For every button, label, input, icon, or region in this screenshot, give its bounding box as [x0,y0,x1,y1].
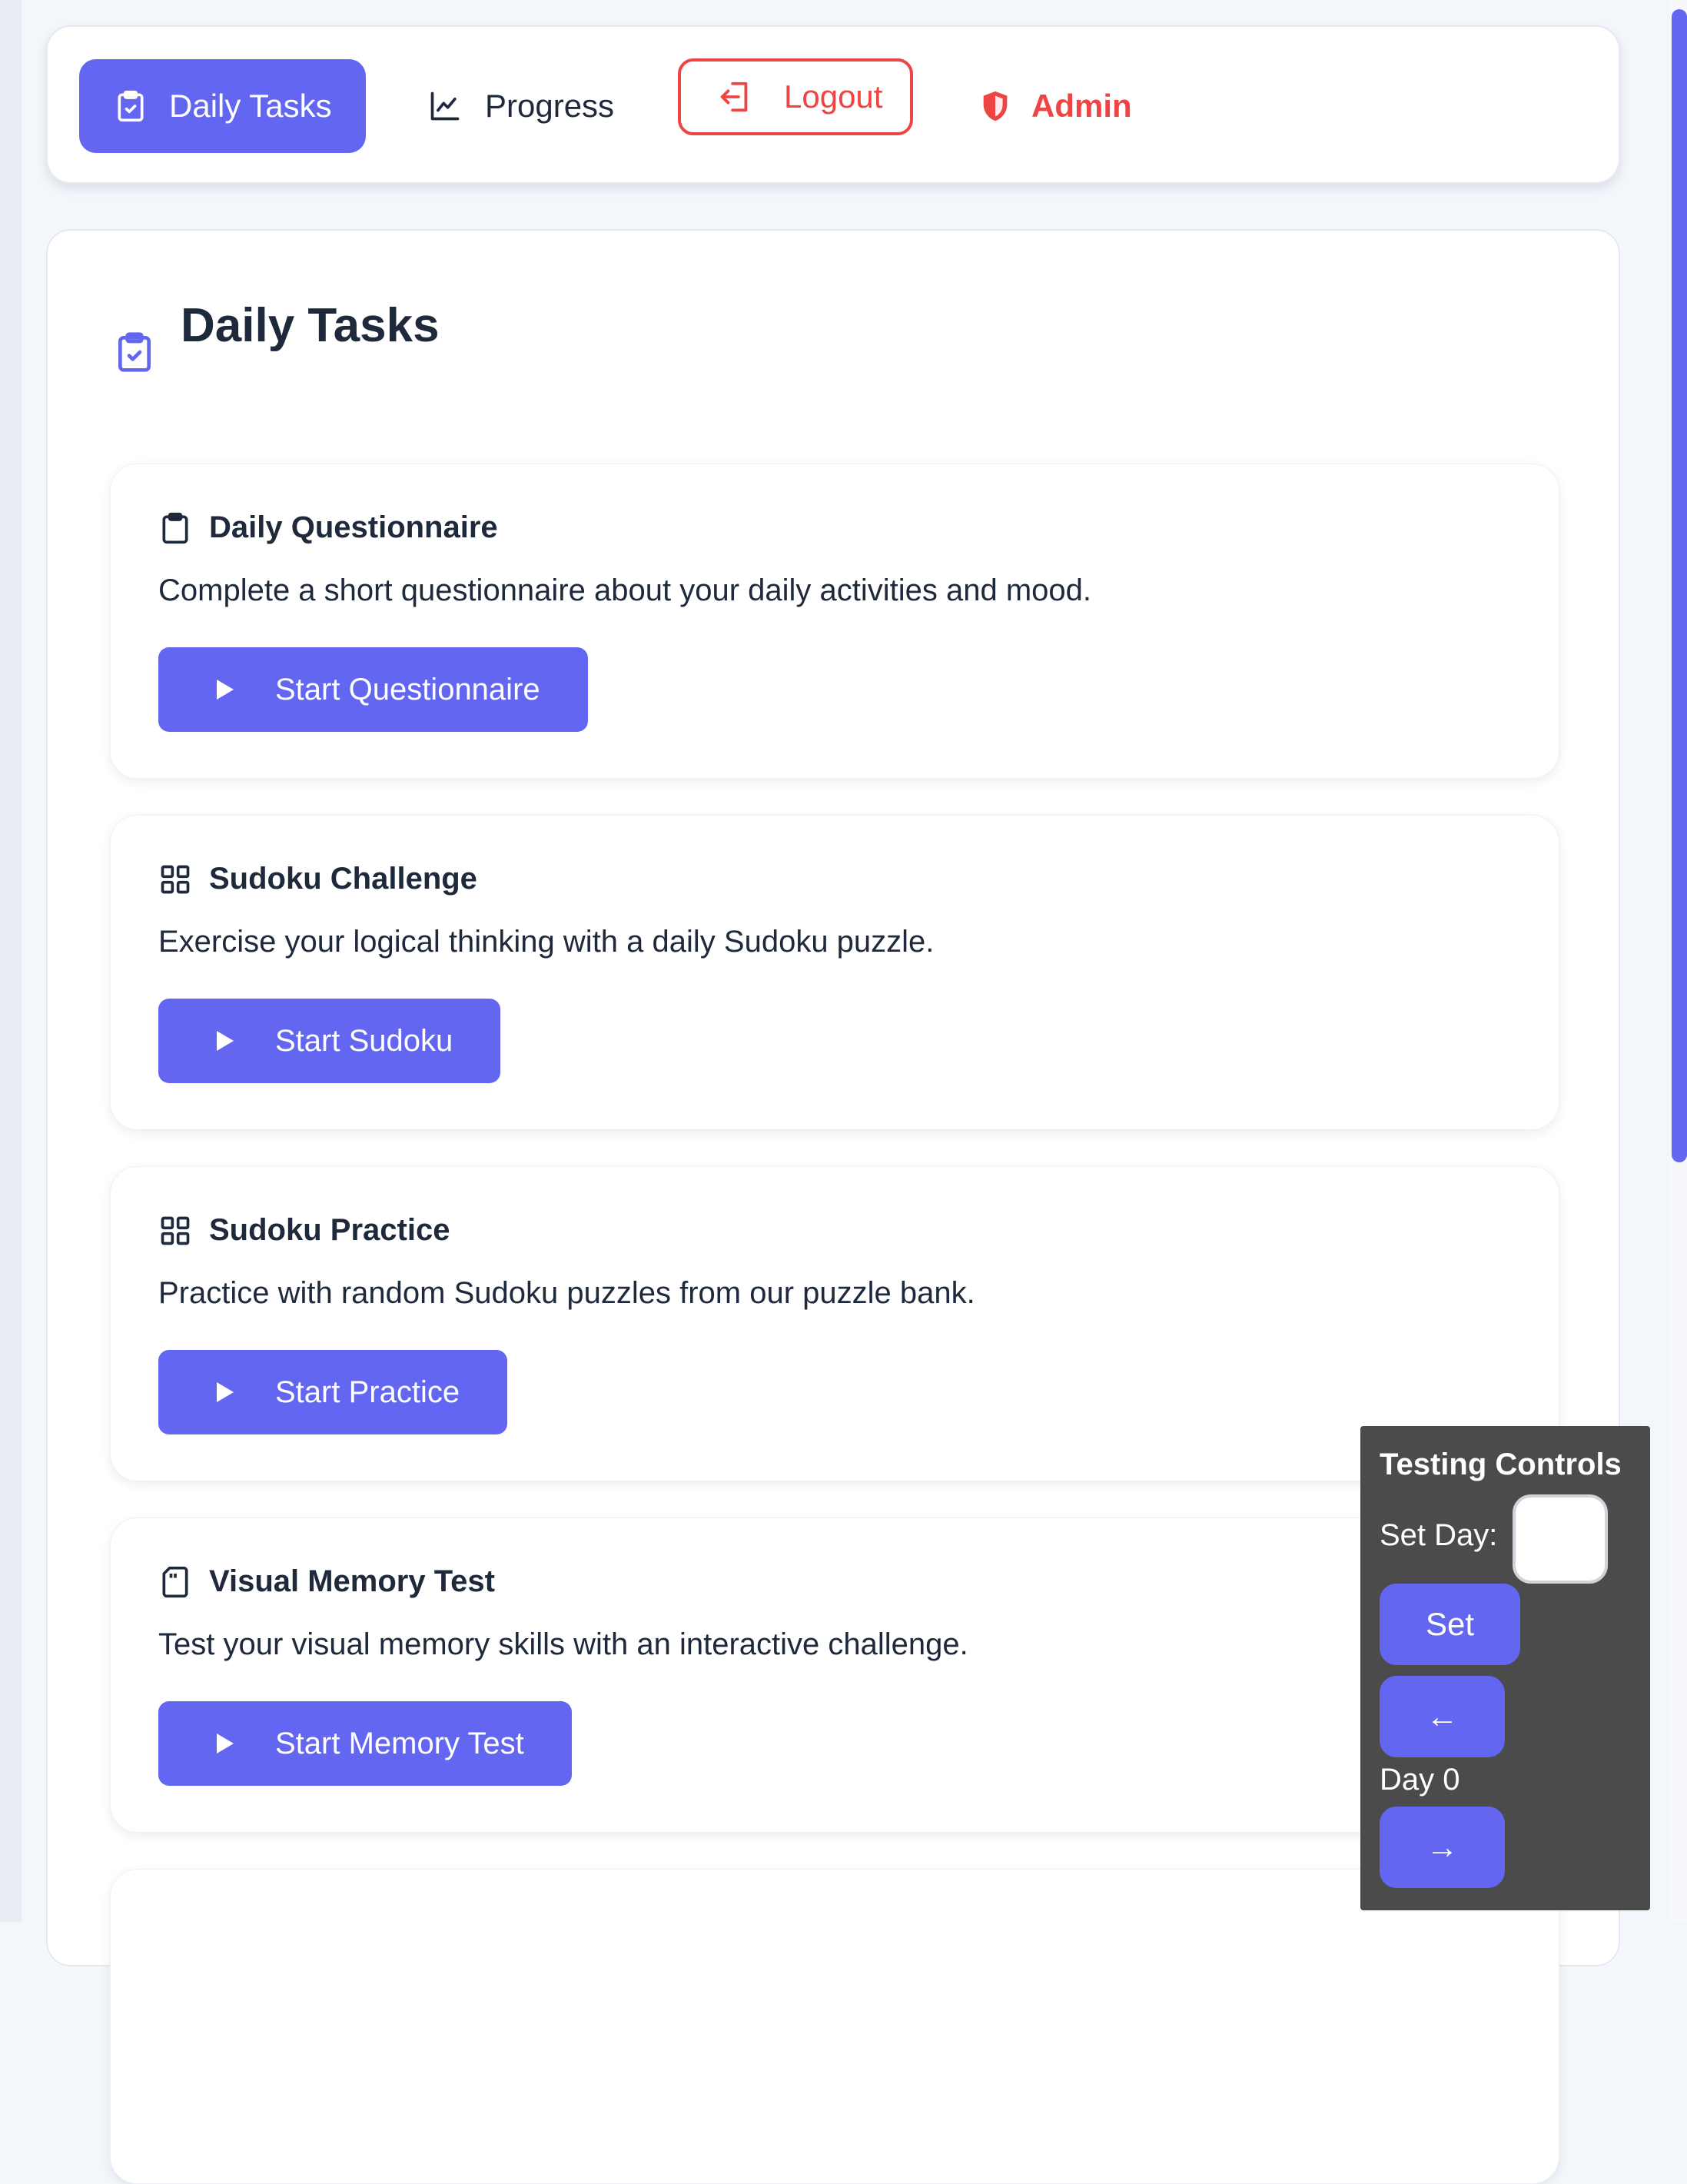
grid-icon [161,865,190,893]
task-card-questionnaire: Daily Questionnaire Complete a short que… [110,464,1559,779]
page-title: Daily Tasks [181,299,440,352]
task-description: Practice with random Sudoku puzzles from… [158,1276,975,1310]
play-icon [217,1031,234,1051]
play-icon [217,1734,234,1754]
clipboard-check-icon [118,90,144,122]
button-label: Start Questionnaire [275,672,540,706]
current-day-display: Day 0 [1380,1763,1460,1797]
logout-icon [720,81,748,112]
task-description: Test your visual memory skills with an i… [158,1627,968,1661]
page-edge [0,0,22,1922]
button-label: Start Sudoku [275,1023,453,1058]
play-icon [217,1382,234,1402]
task-card-visual-memory: Visual Memory Test Test your visual memo… [110,1517,1559,1833]
task-title: Sudoku Challenge [209,862,477,896]
day-input[interactable] [1513,1494,1608,1584]
nav-admin-label: Admin [1031,88,1132,124]
clipboard-check-icon [118,332,151,372]
task-title: Daily Questionnaire [209,510,498,544]
button-label: Start Practice [275,1375,460,1409]
nav-admin[interactable]: Admin [978,59,1132,153]
task-card-sudoku-practice: Sudoku Practice Practice with random Sud… [110,1166,1559,1481]
next-day-button[interactable]: → [1380,1807,1505,1888]
task-card-partial [110,1869,1559,2184]
scrollbar-thumb[interactable] [1672,9,1687,1162]
task-description: Exercise your logical thinking with a da… [158,925,935,959]
start-practice-button[interactable]: Start Practice [158,1350,508,1434]
nav-progress-label: Progress [485,88,615,124]
logout-label: Logout [784,78,883,115]
nav-daily-tasks-label: Daily Tasks [169,88,332,124]
chart-line-icon [430,91,460,121]
shield-icon [983,91,1008,121]
prev-day-button[interactable]: ← [1380,1676,1505,1757]
task-title: Visual Memory Test [209,1564,495,1598]
task-title: Sudoku Practice [209,1213,450,1247]
testing-controls-panel: Testing Controls Set Day: Set ← Day 0 → [1360,1426,1650,1910]
nav-daily-tasks[interactable]: Daily Tasks [79,59,366,153]
clipboard-icon [162,512,188,544]
task-description: Complete a short questionnaire about you… [158,573,1092,607]
start-sudoku-button[interactable]: Start Sudoku [158,999,501,1083]
grid-icon [161,1216,190,1245]
set-day-button[interactable]: Set [1380,1584,1520,1665]
logout-button[interactable]: Logout [678,58,913,135]
play-icon [217,680,234,700]
button-label: Start Memory Test [275,1726,524,1760]
scrollbar-track[interactable] [1670,0,1687,1922]
set-day-label: Set Day: [1380,1518,1498,1552]
start-memory-test-button[interactable]: Start Memory Test [158,1701,572,1786]
testing-controls-title: Testing Controls [1380,1448,1622,1481]
sd-card-icon [162,1566,188,1597]
nav-progress[interactable]: Progress [428,59,614,153]
start-questionnaire-button[interactable]: Start Questionnaire [158,647,588,732]
top-nav: Daily Tasks Progress Logout Admin [46,25,1620,184]
task-card-sudoku-challenge: Sudoku Challenge Exercise your logical t… [110,815,1559,1130]
